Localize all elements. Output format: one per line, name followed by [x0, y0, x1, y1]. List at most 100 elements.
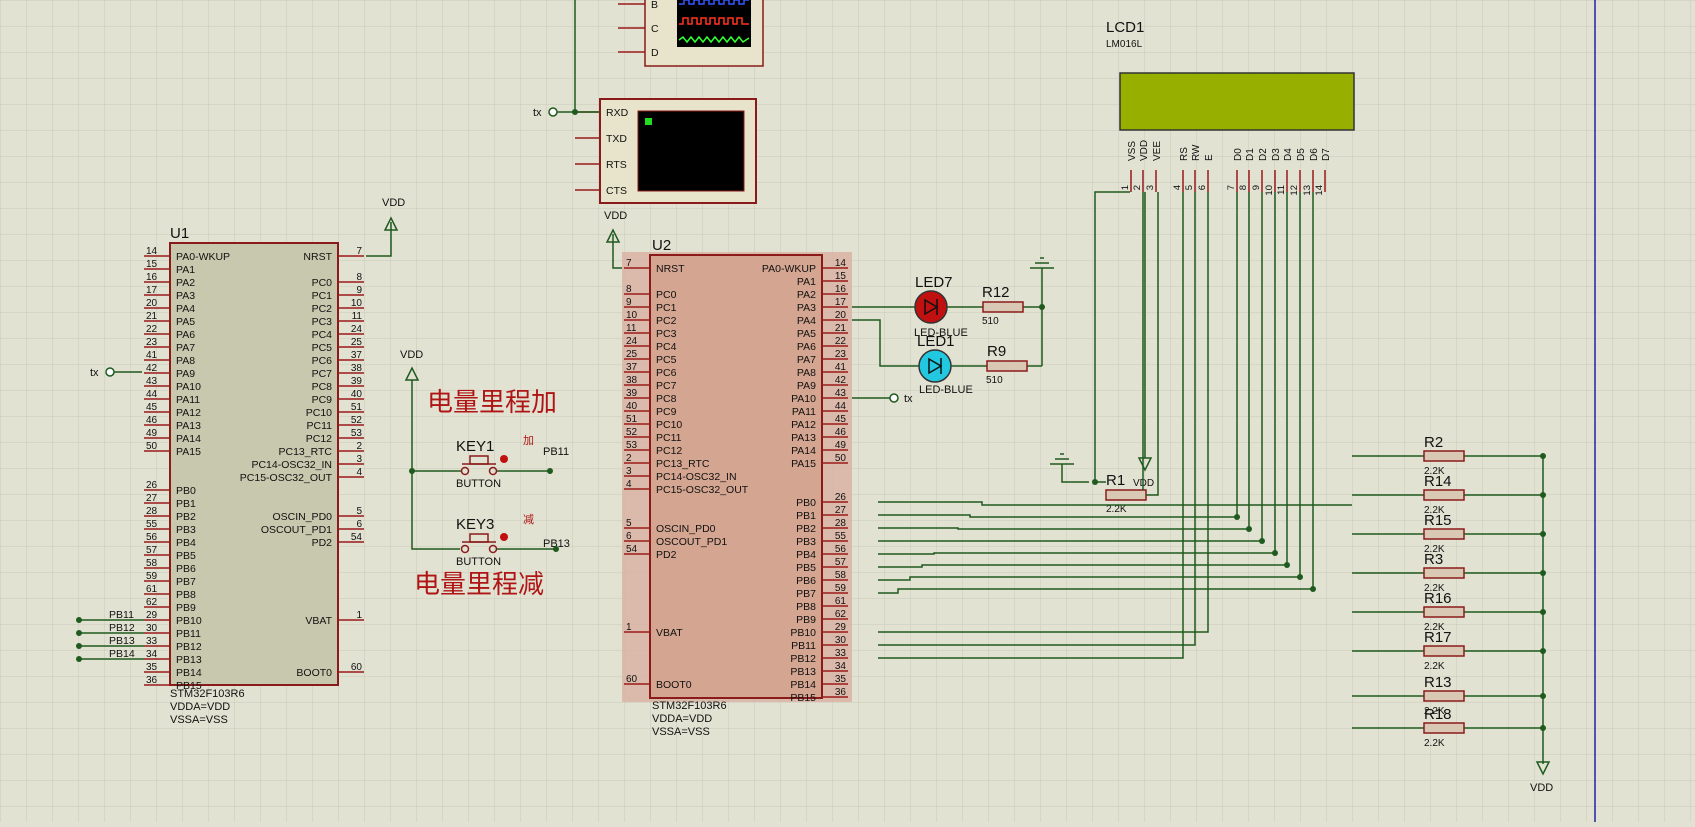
pin-name: PA15	[791, 458, 816, 470]
lcd-pin-number: 13	[1302, 185, 1313, 196]
scope-channel-name: B	[651, 0, 658, 11]
pin-number: 49	[146, 428, 158, 439]
pin-name: PA14	[791, 445, 816, 457]
lcd-pin-name: D5	[1296, 148, 1307, 161]
pin-number: 4	[626, 479, 632, 490]
pin-name: PC1	[312, 290, 333, 302]
pin-number: 16	[146, 272, 158, 283]
junction-dot	[76, 643, 82, 649]
pin-name: PC15-OSC32_OUT	[656, 484, 749, 496]
lcd-ref: LCD1	[1106, 19, 1144, 36]
pin-name: PB6	[796, 575, 816, 587]
lcd-pin-number: 6	[1197, 185, 1208, 190]
pin-number: 1	[356, 610, 362, 621]
pin-number: 45	[835, 414, 847, 425]
pin-number: 39	[626, 388, 638, 399]
pin-number: 61	[146, 584, 158, 595]
u2-vdd-label: VDD	[604, 210, 627, 222]
lcd-pin-number: 14	[1314, 185, 1325, 196]
pin-name: PA7	[797, 354, 816, 366]
pin-name: PB4	[176, 537, 196, 549]
chip-u1[interactable]: U1 STM32F103R6 VDDA=VDD VSSA=VSS 14 PA0-W…	[144, 225, 364, 726]
pin-number: 22	[835, 336, 847, 347]
pin-name: PB11	[791, 640, 816, 652]
pin-number: 34	[835, 661, 847, 672]
pin-number: 60	[351, 662, 363, 673]
chip-u2[interactable]: U2 STM32F103R6 VDDA=VDD VSSA=VSS 7 NRST 8 P…	[622, 237, 852, 738]
pin-number: 59	[146, 571, 158, 582]
pin-number: 42	[146, 363, 158, 374]
pin-number: 2	[356, 441, 362, 452]
virtual-terminal[interactable]: RXD TXD RTS CTS	[575, 98, 757, 204]
pin-name: PB0	[796, 497, 816, 509]
pin-name: PA13	[176, 420, 201, 432]
pin-number: 5	[626, 518, 632, 529]
u1-note-vssa: VSSA=VSS	[170, 714, 228, 726]
pin-name: PA12	[176, 407, 201, 419]
pin-name: PB1	[796, 510, 816, 522]
pin-number: 54	[351, 532, 363, 543]
pin-name: PA11	[176, 394, 200, 406]
lcd-pin-number: 8	[1238, 185, 1249, 190]
pin-number: 53	[351, 428, 363, 439]
pin-name: PD2	[312, 537, 333, 549]
pin-number: 35	[146, 662, 158, 673]
pin-number: 55	[146, 519, 158, 530]
pin-number: 37	[626, 362, 638, 373]
pin-name: PA14	[176, 433, 201, 445]
pin-name: PB15	[176, 680, 202, 692]
pin-name: PB12	[790, 653, 816, 665]
lcd-pin-number: 9	[1251, 185, 1262, 190]
u2-note-vssa: VSSA=VSS	[652, 726, 710, 738]
pin-number: 33	[146, 636, 158, 647]
junction-dot	[1272, 550, 1278, 556]
lcd-pin-name: D4	[1283, 148, 1294, 161]
u1-bus-net-label: PB11	[109, 609, 134, 621]
scope-channel-name: C	[651, 23, 659, 35]
pullup-vdd-label: VDD	[1530, 782, 1553, 794]
pin-name: OSCOUT_PD1	[261, 524, 332, 536]
pin-number: 50	[146, 441, 158, 452]
led1-type: LED-BLUE	[919, 384, 973, 396]
pin-number: 8	[626, 284, 632, 295]
terminal-pin-name: RTS	[606, 159, 627, 171]
junction-dot	[1297, 574, 1303, 580]
terminal-pin-name: TXD	[606, 133, 627, 145]
terminal-pin-name: RXD	[606, 107, 629, 119]
resistor-ref: R16	[1424, 590, 1452, 607]
pin-name: PC2	[312, 303, 333, 315]
pin-name: PA12	[791, 419, 816, 431]
pin-number: 28	[835, 518, 847, 529]
pin-name: PB5	[796, 562, 816, 574]
lcd-pin-number: 12	[1289, 185, 1300, 196]
lcd-pin-number: 3	[1145, 185, 1156, 190]
pin-number: 25	[626, 349, 638, 360]
key3-tag: 减	[523, 513, 534, 526]
pin-number: 35	[835, 674, 847, 685]
pin-name: PC1	[656, 302, 677, 314]
pin-name: PC12	[656, 445, 682, 457]
resistor-ref: R14	[1424, 473, 1452, 490]
lcd-pin-name: D6	[1309, 148, 1320, 161]
pin-name: PA11	[792, 406, 816, 418]
label-mileage-add: 电量里程加	[427, 387, 557, 417]
pin-name: OSCOUT_PD1	[656, 536, 727, 548]
pin-name: PC14-OSC32_IN	[251, 459, 332, 471]
pin-name: PA2	[176, 277, 195, 289]
pin-number: 9	[626, 297, 632, 308]
pin-name: OSCIN_PD0	[272, 511, 332, 523]
pin-name: PA3	[797, 302, 816, 314]
pin-number: 2	[626, 453, 632, 464]
pin-number: 7	[626, 258, 632, 269]
resistor-value: 2.2K	[1424, 661, 1445, 672]
u2-ref: U2	[652, 237, 671, 254]
pin-number: 11	[626, 323, 637, 334]
pin-name: PB2	[796, 523, 816, 535]
u1-note-vdda: VDDA=VDD	[170, 701, 230, 713]
pin-name: PC8	[656, 393, 677, 405]
junction-dot	[1284, 562, 1290, 568]
pin-name: PC14-OSC32_IN	[656, 471, 737, 483]
pin-number: 38	[351, 363, 363, 374]
key1-tag: 加	[523, 434, 534, 447]
pin-name: PC4	[312, 329, 333, 341]
